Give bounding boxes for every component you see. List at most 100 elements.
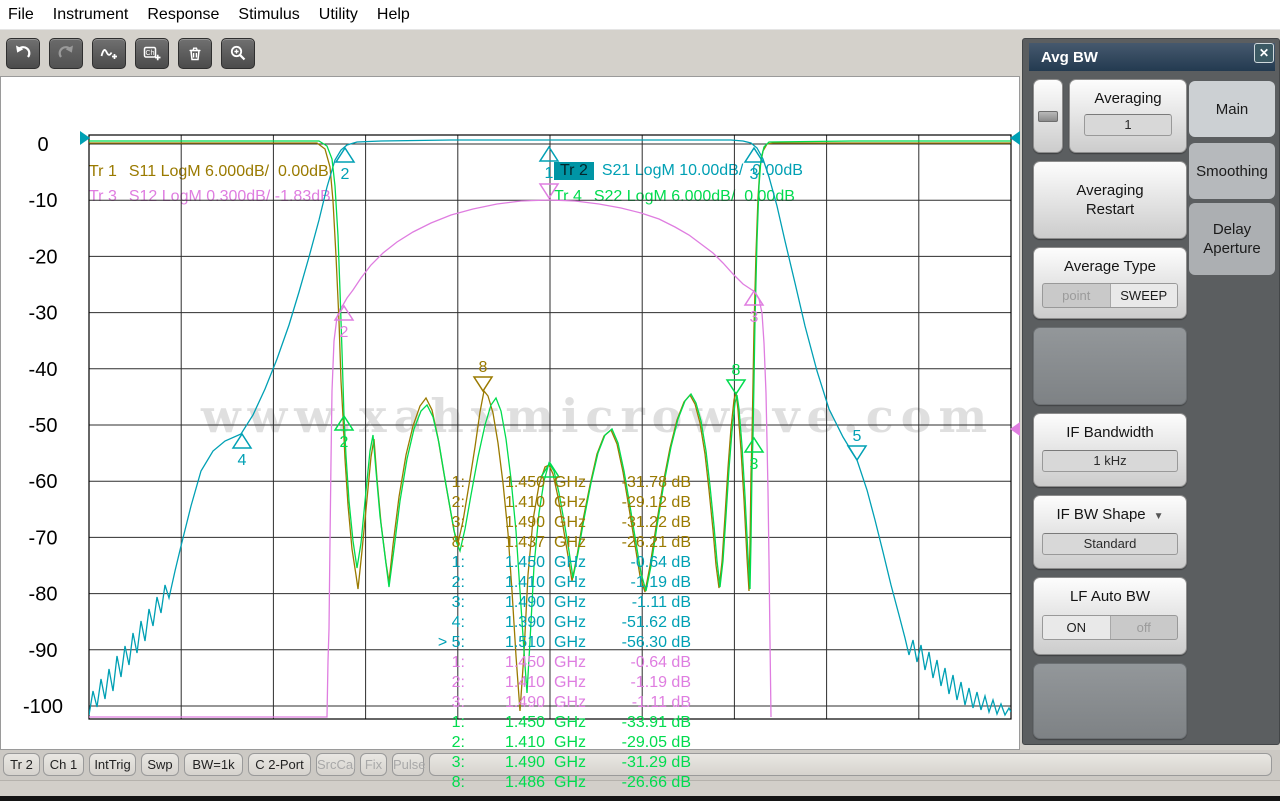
plot-marker-label: 3: [750, 166, 759, 183]
average-type-label: Average Type: [1063, 258, 1156, 275]
plot-marker-triangle: [472, 376, 494, 393]
y-axis-tick: -80: [29, 584, 58, 606]
y-axis-tick: -40: [29, 359, 58, 381]
add-trace-icon: [100, 49, 117, 59]
add-channel-icon: Ch: [143, 46, 161, 61]
status-button-bw-1k[interactable]: BW=1k: [184, 753, 243, 776]
redo-icon: [58, 45, 73, 58]
marker-readout-table: 1: 1.450 GHz -31.78 dB 2: 1.410 GHz -29.12 dB 3:…: [429, 473, 691, 793]
zoom-icon: [230, 45, 246, 61]
marker-readout-row: 1: 1.450 GHz -31.78 dB: [451, 474, 691, 491]
tab-delay-aperture[interactable]: Delay Aperture: [1189, 203, 1275, 275]
panel-header[interactable]: Avg BW: [1029, 43, 1275, 71]
if-bandwidth-button[interactable]: IF Bandwidth 1 kHz: [1033, 413, 1187, 487]
y-axis-tick: 0: [37, 134, 48, 156]
marker-readout-row: 8: 1.437 GHz -26.21 dB: [451, 534, 691, 551]
marker-readout-row: 1: 1.450 GHz -0.64 dB: [451, 554, 691, 571]
y-axis-tick: -60: [29, 471, 58, 493]
blank-softkey-2: [1033, 663, 1187, 739]
marker-readout-row: 1: 1.450 GHz -0.64 dB: [451, 654, 691, 671]
plot-marker-triangle: [538, 183, 560, 200]
if-bw-shape-label: IF BW Shape ▼: [1056, 506, 1164, 523]
if-bandwidth-value[interactable]: 1 kHz: [1042, 450, 1178, 472]
tab-main[interactable]: Main: [1189, 81, 1275, 137]
marker-readout-row: 2: 1.410 GHz -1.19 dB: [451, 574, 691, 591]
lf-auto-bw-label: LF Auto BW: [1069, 588, 1151, 605]
add-channel-button[interactable]: Ch: [135, 37, 169, 69]
menu-item-response[interactable]: Response: [147, 0, 219, 30]
marker-readout-row: 3: 1.490 GHz -1.11 dB: [451, 594, 691, 611]
panel-title: Avg BW: [1041, 48, 1098, 66]
menu-item-help[interactable]: Help: [377, 0, 410, 30]
averaging-button[interactable]: Averaging 1: [1069, 79, 1187, 153]
add-trace-button[interactable]: [92, 37, 126, 69]
undo-icon: [16, 45, 31, 58]
y-axis-tick: -20: [29, 246, 58, 268]
plot-marker-label: 5: [853, 428, 862, 445]
plot-marker-label: 2: [341, 166, 350, 183]
menu-item-instrument[interactable]: Instrument: [53, 0, 129, 30]
lf-auto-bw-option-off[interactable]: off: [1109, 616, 1178, 639]
zoom-button[interactable]: [221, 37, 255, 69]
average-type-option-point[interactable]: point: [1043, 284, 1110, 307]
redo-button: [49, 37, 83, 69]
menu-bar: File Instrument Response Stimulus Utility Hel…: [0, 0, 1280, 30]
marker-readout-row: 2: 1.410 GHz -29.05 dB: [451, 734, 691, 751]
averaging-restart-button[interactable]: Averaging Restart: [1033, 161, 1187, 239]
plot-marker-triangle: [846, 445, 868, 462]
y-axis-tick: -50: [29, 415, 58, 437]
y-axis-tick: -90: [29, 640, 58, 662]
plot-marker-triangle: [538, 145, 560, 162]
y-axis-tick: -30: [29, 303, 58, 325]
averaging-led-icon: [1038, 110, 1058, 122]
if-bandwidth-label: IF Bandwidth: [1066, 424, 1154, 441]
bottom-edge: [0, 796, 1280, 801]
averaging-label: Averaging: [1094, 90, 1162, 107]
tab-smoothing[interactable]: Smoothing: [1189, 143, 1275, 199]
averaging-toggle-button[interactable]: [1033, 79, 1063, 153]
status-button-pulse: Pulse: [392, 753, 426, 776]
marker-readout-row: 4: 1.390 GHz -51.62 dB: [451, 614, 691, 631]
marker-readout-row: 2: 1.410 GHz -1.19 dB: [451, 674, 691, 691]
plot-marker-label: 3: [750, 309, 759, 326]
lf-auto-bw-button[interactable]: LF Auto BW ON off: [1033, 577, 1187, 655]
marker-readout-row: 8: 1.486 GHz -26.66 dB: [451, 774, 691, 791]
status-button-tr-2[interactable]: Tr 2: [3, 753, 40, 776]
svg-text:Ch: Ch: [146, 50, 155, 57]
plot-marker-triangle: [743, 436, 765, 453]
close-icon[interactable]: ✕: [1254, 43, 1274, 63]
status-button-fix: Fix: [360, 753, 387, 776]
marker-readout-row: 3: 1.490 GHz -31.29 dB: [451, 754, 691, 771]
y-axis-tick: -100: [23, 696, 63, 718]
y-axis-tick: -70: [29, 527, 58, 549]
status-button-swp[interactable]: Swp: [141, 753, 179, 776]
delete-button[interactable]: [178, 37, 212, 69]
plot-marker-label: 1: [545, 165, 554, 182]
status-button-srccal: SrcCal: [316, 753, 356, 776]
status-button-c-2-port[interactable]: C 2-Port: [248, 753, 311, 776]
if-bw-shape-value[interactable]: Standard: [1042, 533, 1178, 555]
average-type-option-sweep[interactable]: SWEEP: [1109, 284, 1177, 307]
averaging-restart-label: Averaging Restart: [1076, 182, 1144, 218]
undo-button[interactable]: [6, 37, 40, 69]
averaging-value[interactable]: 1: [1084, 114, 1172, 136]
marker-readout-row: > 5: 1.510 GHz -56.30 dB: [437, 634, 691, 651]
y-axis-tick: -10: [29, 190, 58, 212]
plot-marker-label: 4: [238, 452, 247, 469]
delete-icon: [189, 47, 201, 61]
menu-item-utility[interactable]: Utility: [319, 0, 358, 30]
plot-marker-label: 2: [340, 324, 349, 341]
status-button-ch-1[interactable]: Ch 1: [43, 753, 84, 776]
menu-item-file[interactable]: File: [8, 0, 34, 30]
if-bw-shape-button[interactable]: IF BW Shape ▼ Standard: [1033, 495, 1187, 569]
average-type-button[interactable]: Average Type point SWEEP: [1033, 247, 1187, 319]
menu-item-stimulus[interactable]: Stimulus: [238, 0, 299, 30]
status-button-inttrig[interactable]: IntTrig: [89, 753, 136, 776]
chevron-down-icon: ▼: [1153, 511, 1164, 522]
blank-softkey-1: [1033, 327, 1187, 405]
lf-auto-bw-option-on[interactable]: ON: [1043, 616, 1110, 639]
plot-marker-label: 2: [340, 434, 349, 451]
avg-bw-panel: Avg BW ✕ Averaging 1 Averaging Restart A…: [1022, 38, 1280, 745]
plot-region: Tr 1 S11 LogM 6.000dB/ 0.00dB Tr 2 S21 Log…: [0, 76, 1020, 801]
marker-readout-row: 1: 1.450 GHz -33.91 dB: [451, 714, 691, 731]
